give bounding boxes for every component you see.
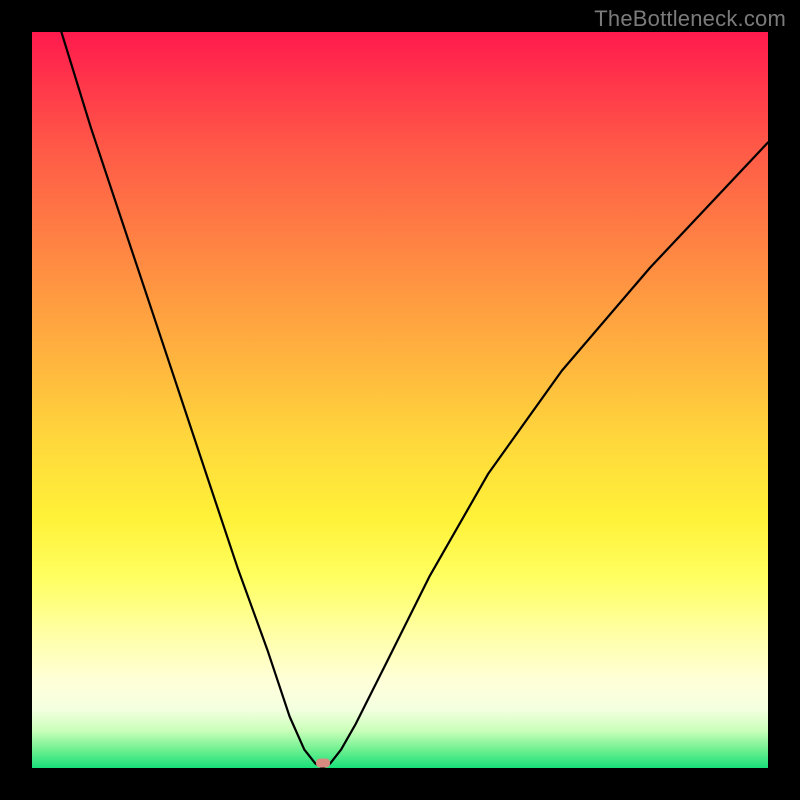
curve-svg [32,32,768,768]
watermark-text: TheBottleneck.com [594,6,786,32]
bottleneck-curve [61,32,768,768]
chart-frame: TheBottleneck.com [0,0,800,800]
plot-area [32,32,768,768]
optimum-marker [316,758,330,767]
